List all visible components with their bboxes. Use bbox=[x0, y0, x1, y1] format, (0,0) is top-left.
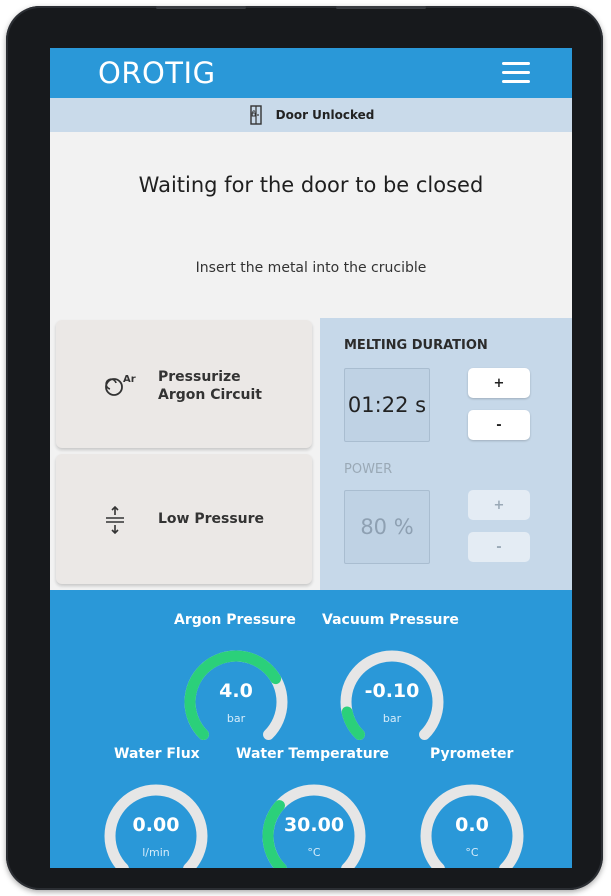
brand-logo: OROTIG bbox=[98, 56, 216, 90]
vacuum-pressure-value: -0.10 bbox=[364, 680, 420, 702]
page-title: Waiting for the door to be closed bbox=[138, 173, 484, 197]
pyrometer-gauge: 0.0 °C bbox=[414, 774, 530, 868]
hamburger-menu-icon[interactable] bbox=[502, 62, 530, 84]
melting-duration-plus-button[interactable]: + bbox=[468, 368, 530, 398]
app-header: OROTIG bbox=[50, 48, 572, 98]
argon-pressure-gauge-arc bbox=[184, 650, 288, 741]
door-status-text: Door Unlocked bbox=[275, 108, 375, 122]
melting-duration-value-box: 01:22 s bbox=[344, 368, 430, 442]
water-temperature-gauge: 30.00 °C bbox=[256, 774, 372, 868]
door-unlocked-icon bbox=[249, 105, 262, 125]
power-value: 80 % bbox=[360, 515, 414, 539]
svg-text:Ar: Ar bbox=[123, 374, 136, 385]
melting-duration-minus-button[interactable]: - bbox=[468, 410, 530, 440]
argon-pressure-title: Argon Pressure bbox=[174, 612, 296, 628]
vacuum-pressure-gauge-arc bbox=[340, 650, 444, 741]
power-value-box: 80 % bbox=[344, 490, 430, 564]
low-pressure-button[interactable]: Low Pressure bbox=[56, 454, 312, 584]
water-temperature-unit: °C bbox=[307, 846, 321, 859]
pressurize-argon-button[interactable]: Ar Pressurize Argon Circuit bbox=[56, 320, 312, 448]
argon-pressurize-icon: Ar bbox=[105, 374, 136, 396]
melting-duration-label: MELTING DURATION bbox=[344, 338, 488, 353]
tablet-top-edge-right bbox=[336, 6, 426, 9]
door-status-bar: Door Unlocked bbox=[50, 98, 572, 132]
gauges-panel: Argon Pressure Vacuum Pressure Water Flu… bbox=[50, 590, 572, 868]
water-flux-gauge: 0.00 l/min bbox=[98, 774, 214, 868]
melting-duration-value: 01:22 s bbox=[347, 393, 427, 417]
power-label: POWER bbox=[344, 462, 393, 477]
tablet-top-edge-left bbox=[156, 6, 246, 9]
argon-pressure-gauge: 4.0 bar bbox=[178, 640, 294, 770]
power-minus-button[interactable]: - bbox=[468, 532, 530, 562]
pressurize-argon-label: Pressurize Argon Circuit bbox=[158, 369, 262, 403]
argon-pressure-unit: bar bbox=[226, 712, 246, 725]
tablet-frame: OROTIG Door Unlocked Waiting for the doo… bbox=[6, 6, 603, 890]
water-flux-value: 0.00 bbox=[132, 814, 180, 836]
pressure-arrows-icon bbox=[106, 506, 124, 534]
app-screen: OROTIG Door Unlocked Waiting for the doo… bbox=[50, 48, 572, 868]
vacuum-pressure-title: Vacuum Pressure bbox=[322, 612, 459, 628]
pyrometer-unit: °C bbox=[465, 846, 479, 859]
power-plus-button[interactable]: + bbox=[468, 490, 530, 520]
pyrometer-value: 0.0 bbox=[455, 814, 489, 836]
water-flux-unit: l/min bbox=[142, 846, 170, 859]
vacuum-pressure-gauge: -0.10 bar bbox=[334, 640, 450, 770]
low-pressure-label: Low Pressure bbox=[158, 511, 265, 527]
instruction-text: Insert the metal into the crucible bbox=[195, 260, 427, 276]
argon-pressure-value: 4.0 bbox=[219, 680, 253, 702]
vacuum-pressure-unit: bar bbox=[382, 712, 402, 725]
water-temperature-value: 30.00 bbox=[283, 814, 345, 836]
melting-settings-panel: MELTING DURATION 01:22 s + - POWER 80 % … bbox=[320, 318, 572, 590]
